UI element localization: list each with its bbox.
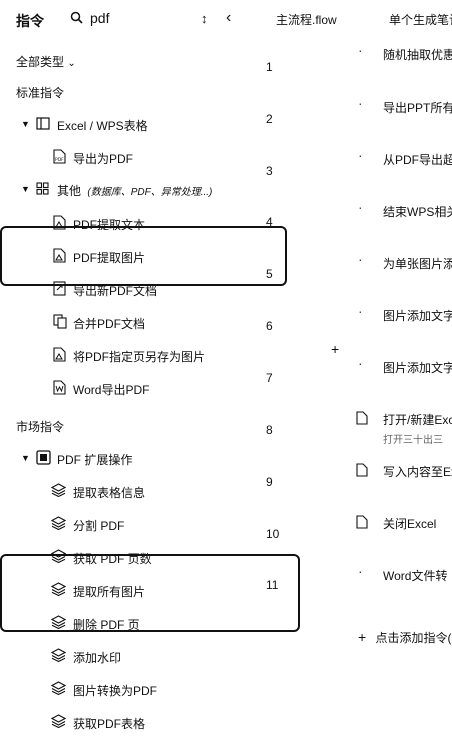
line-number: 3	[266, 164, 273, 178]
excel-icon	[36, 117, 50, 135]
svg-text:PDF: PDF	[55, 157, 64, 163]
item-export-pdf[interactable]: 导出为PDF	[73, 150, 133, 167]
item-save-pages-img[interactable]: 将PDF指定页另存为图片	[73, 348, 205, 365]
word-icon	[53, 380, 66, 400]
tab-single-note[interactable]: 单个生成笔记	[389, 11, 452, 28]
layers-icon	[50, 483, 67, 502]
item-ext-watermark[interactable]: 添加水印	[73, 649, 121, 666]
line-number: 7	[266, 371, 273, 385]
step-bullet: ·	[358, 199, 363, 215]
highlight-box	[0, 554, 300, 632]
file-icon	[356, 463, 368, 482]
item-ext-table-info[interactable]: 提取表格信息	[73, 484, 145, 501]
layers-icon	[50, 516, 67, 535]
step-item[interactable]: 导出PPT所有	[383, 99, 452, 116]
pdf-ext-icon	[36, 450, 51, 470]
step-subtext: 打开三十出三	[383, 435, 443, 446]
file-icon	[356, 411, 368, 430]
chevron-down-icon: ⌄	[67, 58, 76, 69]
type-filter-label: 全部类型	[16, 55, 65, 69]
line-number: 2	[266, 112, 273, 126]
sort-icon[interactable]: ↕	[201, 11, 208, 26]
line-number: 9	[266, 475, 273, 489]
collapse-icon[interactable]: ‹	[226, 9, 231, 27]
step-bullet: ·	[358, 563, 363, 579]
item-merge-pdf[interactable]: 合并PDF文档	[73, 315, 145, 332]
step-bullet: ·	[358, 303, 363, 319]
line-number: 8	[266, 423, 273, 437]
plus-icon: +	[358, 629, 367, 645]
item-word-pdf[interactable]: Word导出PDF	[73, 381, 149, 398]
step-item[interactable]: 为单张图片添	[383, 255, 452, 272]
step-item[interactable]: 图片添加文字	[383, 307, 452, 324]
step-bullet: ·	[358, 95, 363, 111]
item-ext-split[interactable]: 分割 PDF	[73, 517, 124, 534]
expand-icon[interactable]: ▼	[21, 184, 30, 194]
pdf-file-icon: PDF	[53, 149, 66, 169]
step-item[interactable]: 随机抽取优惠	[383, 46, 452, 63]
merge-icon	[53, 314, 67, 334]
item-ext-get-tables[interactable]: 获取PDF表格	[73, 715, 145, 732]
step-item[interactable]: 写入内容至Ex	[383, 463, 452, 480]
grid-icon	[36, 182, 49, 200]
expand-icon[interactable]: ▼	[21, 119, 30, 129]
line-number: 5	[266, 267, 273, 281]
tab-main-flow[interactable]: 主流程.flow	[276, 11, 337, 28]
step-item[interactable]: 结束WPS相关	[383, 203, 452, 220]
section-standard: 标准指令	[16, 86, 65, 100]
search-input[interactable]: pdf	[90, 10, 109, 26]
step-item[interactable]: 从PDF导出超	[383, 151, 452, 168]
line-number: 1	[266, 60, 273, 74]
layers-icon	[50, 714, 67, 733]
step-item[interactable]: 图片添加文字	[383, 359, 452, 376]
line-number: 6	[266, 319, 273, 333]
step-item[interactable]: 打开/新建Exc	[383, 411, 452, 428]
section-market: 市场指令	[16, 420, 65, 434]
group-pdf-ext[interactable]: PDF 扩展操作	[57, 451, 132, 468]
step-item[interactable]: Word文件转	[383, 567, 447, 584]
step-bullet: ·	[358, 355, 363, 371]
layers-icon	[50, 681, 67, 700]
layers-icon	[50, 648, 67, 667]
step-bullet: ·	[358, 251, 363, 267]
type-filter-dropdown[interactable]: 全部类型 ⌄	[16, 53, 76, 70]
group-other[interactable]: 其他 (数据库、PDF、异常处理...)	[57, 182, 212, 199]
step-item[interactable]: 关闭Excel	[383, 515, 436, 532]
add-step-button[interactable]: + 点击添加指令(	[358, 629, 452, 646]
pdf-image-icon	[53, 347, 66, 367]
panel-title: 指令	[16, 13, 44, 29]
step-bullet: ·	[358, 42, 363, 58]
search-icon[interactable]	[70, 11, 83, 29]
line-number: 4	[266, 215, 273, 229]
add-step-label: 点击添加指令(	[375, 631, 452, 645]
file-icon	[356, 515, 368, 534]
plus-icon[interactable]: +	[331, 341, 339, 357]
expand-icon[interactable]: ▼	[21, 453, 30, 463]
line-number: 10	[266, 527, 280, 541]
group-other-desc: (数据库、PDF、异常处理...)	[87, 187, 213, 198]
group-excel[interactable]: Excel / WPS表格	[57, 117, 148, 134]
highlight-box	[0, 226, 287, 286]
line-number: 11	[266, 578, 279, 592]
step-bullet: ·	[358, 147, 363, 163]
group-other-name: 其他	[57, 184, 82, 198]
item-ext-img-to-pdf[interactable]: 图片转换为PDF	[73, 682, 157, 699]
